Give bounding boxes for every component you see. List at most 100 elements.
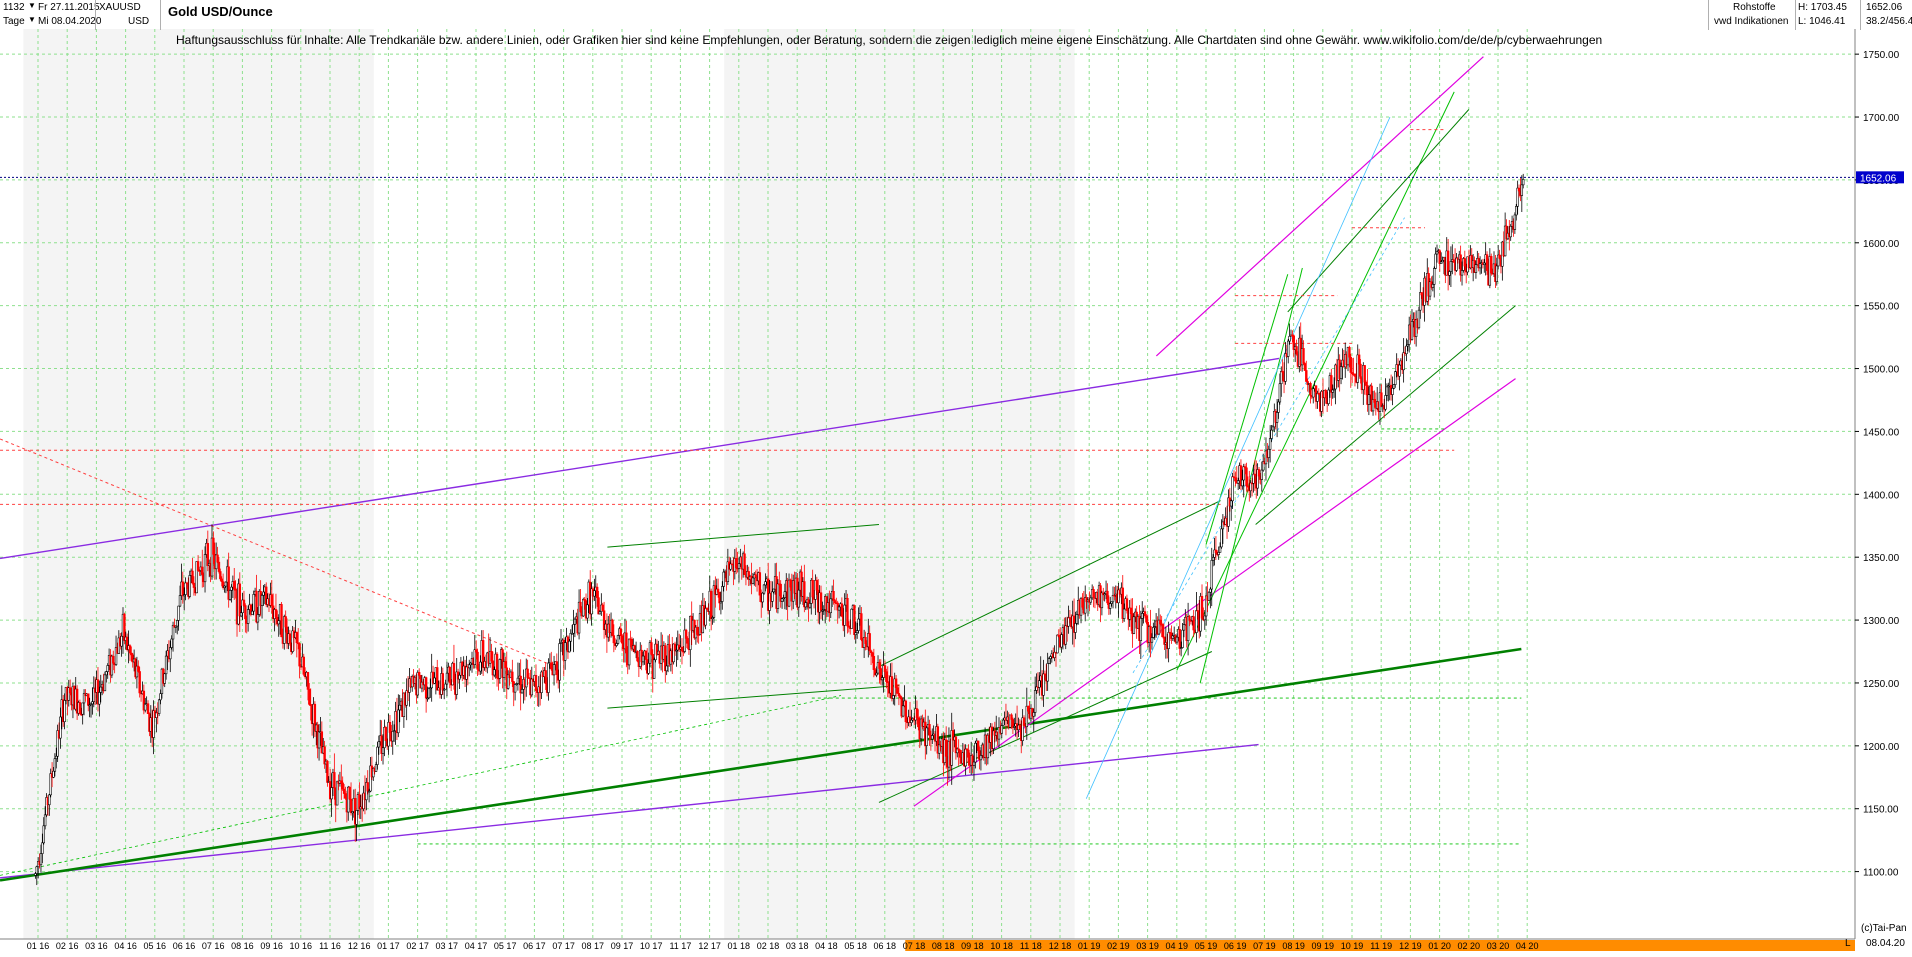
candle-body [1001, 719, 1005, 726]
candle-body [355, 810, 358, 825]
candle-body [615, 643, 618, 646]
period-dropdown-icon[interactable]: ▼ [28, 15, 36, 24]
candle-body [474, 649, 478, 653]
candle-body [883, 665, 887, 672]
candle-body [558, 643, 561, 681]
candle-body [1405, 345, 1408, 355]
candle-body [516, 677, 520, 684]
x-tick-label: 04 19 [1166, 941, 1189, 951]
candle-body [944, 739, 948, 757]
category-label: Rohstoffe [1733, 2, 1776, 13]
chart-root: 1750.001700.001650.001600.001550.001500.… [0, 0, 1912, 952]
scale-mode[interactable]: L [1845, 938, 1851, 949]
candle-body [256, 614, 260, 623]
candle-body [850, 608, 853, 629]
candle-body [417, 672, 421, 676]
candle-body [1075, 614, 1079, 624]
candle-body [925, 727, 928, 746]
candle-body [244, 605, 247, 620]
candle-body [1327, 389, 1330, 404]
candle-body [1277, 401, 1280, 413]
x-tick-label: 11 17 [669, 941, 691, 951]
symbol: XAUUSD [99, 2, 141, 13]
candle-body [1220, 528, 1223, 548]
candle-body [1452, 259, 1455, 263]
candle-body [344, 793, 347, 799]
candle-body [1324, 390, 1327, 399]
copyright: (c)Tai-Pan [1861, 923, 1907, 934]
candle-body [388, 721, 392, 733]
candle-body [1270, 429, 1273, 439]
candle-body [1312, 388, 1315, 398]
candle-body [1474, 264, 1478, 273]
x-tick-label: 01 17 [377, 941, 400, 951]
candle-body [776, 583, 780, 609]
candle-body [1364, 381, 1368, 386]
candle-body [1145, 615, 1148, 623]
candle-body [78, 702, 82, 715]
candle-body [1367, 394, 1371, 405]
candle-body [112, 655, 115, 664]
candle-body [665, 665, 668, 672]
candle-body [120, 635, 123, 647]
candle-body [177, 605, 180, 621]
x-tick-label: 11 16 [319, 941, 341, 951]
candle-body [1060, 634, 1063, 648]
source-label: vwd Indikationen [1714, 16, 1789, 27]
chart-title: Gold USD/Ounce [168, 4, 273, 19]
candle-body [1188, 616, 1191, 621]
candle-body [1449, 261, 1453, 272]
candle-body [239, 612, 243, 617]
candle-body [55, 755, 58, 760]
candle-body [595, 586, 599, 598]
candle-body [899, 695, 902, 699]
low-label: L: 1046.41 [1798, 16, 1846, 27]
candle-body [341, 782, 344, 790]
candle-body [1211, 557, 1215, 561]
candle-body [520, 689, 524, 694]
candle-body [106, 665, 109, 672]
candle-body [1049, 656, 1052, 659]
candle-body [224, 581, 228, 587]
candle-body [495, 653, 499, 679]
candle-body [620, 635, 624, 644]
candle-body [1038, 680, 1041, 688]
candle-body [644, 650, 648, 660]
candle-body [686, 638, 689, 644]
candle-body [761, 592, 764, 603]
candle-body [722, 571, 725, 587]
candle-body [1271, 426, 1275, 431]
x-tick-label: 02 20 [1458, 941, 1481, 951]
candle-body [295, 632, 299, 644]
candle-body [377, 741, 381, 748]
candle-body [811, 579, 814, 598]
candle-body [1032, 712, 1035, 717]
x-tick-label: 02 19 [1107, 941, 1130, 951]
candle-body [458, 674, 461, 680]
y-tick-label: 1150.00 [1863, 805, 1899, 816]
candle-body [468, 664, 471, 669]
candle-body [619, 628, 622, 636]
candle-body [1159, 619, 1162, 625]
candle-body [1000, 725, 1003, 734]
candle-body [35, 866, 38, 874]
bar-count-dropdown-icon[interactable]: ▼ [28, 1, 36, 10]
candle-body [860, 613, 863, 640]
y-tick-label: 1350.00 [1863, 553, 1900, 564]
candle-body [808, 603, 812, 608]
header-divider-4 [1795, 0, 1796, 30]
candle-body [976, 740, 980, 751]
candle-body [1392, 384, 1396, 389]
x-tick-label: 10 16 [290, 941, 313, 951]
header-divider-5 [1860, 0, 1861, 30]
candle-body [1287, 340, 1290, 357]
candle-body [280, 604, 283, 638]
candle-body [1385, 386, 1389, 396]
candle-body [251, 610, 254, 615]
candle-body [87, 693, 90, 706]
candle-body [333, 772, 336, 789]
candle-body [1167, 632, 1170, 649]
candle-body [680, 646, 684, 652]
y-tick-label: 1100.00 [1863, 868, 1899, 879]
candle-body [48, 794, 51, 806]
